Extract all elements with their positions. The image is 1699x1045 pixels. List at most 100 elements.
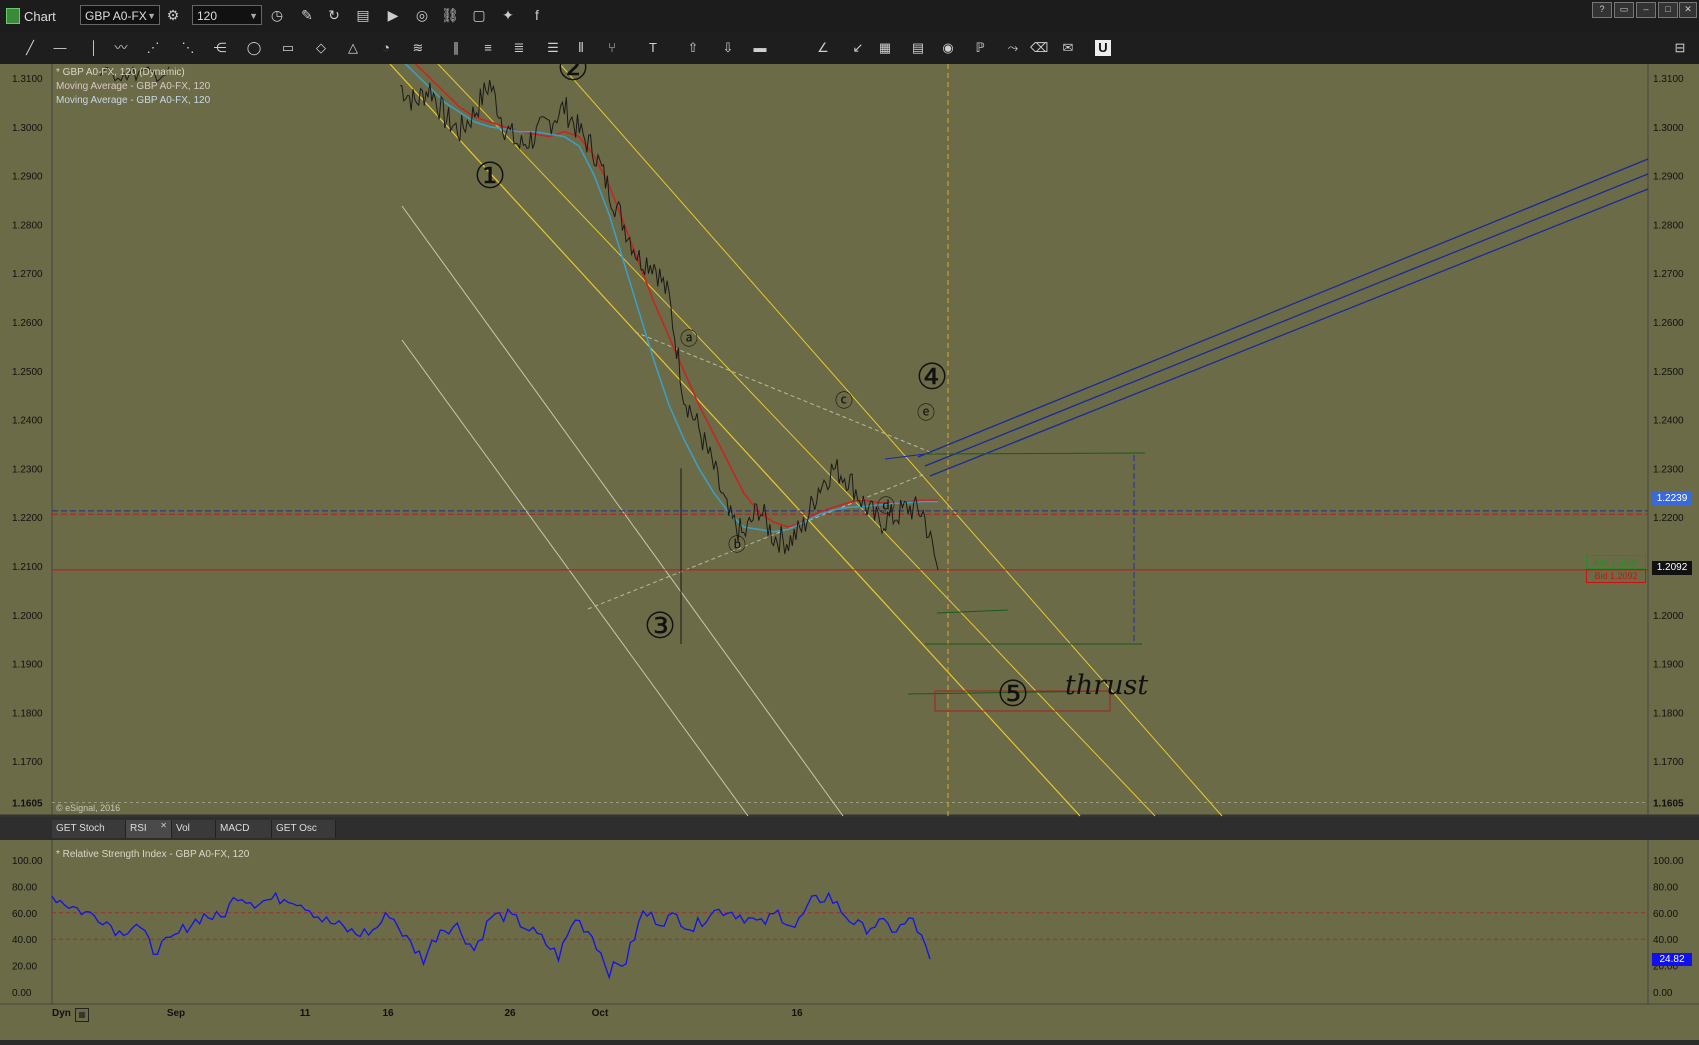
refresh-icon[interactable]: ↻ xyxy=(325,6,343,24)
rsi-tick-left: 20.00 xyxy=(12,962,37,973)
eraser-shape-icon[interactable]: ◇ xyxy=(313,40,329,56)
price-tick-right: 1.2000 xyxy=(1653,611,1684,622)
rsi-tick-left: 60.00 xyxy=(12,909,37,920)
window-title: Chart xyxy=(24,9,56,24)
ellipse-icon[interactable]: ◯ xyxy=(246,40,262,56)
tab-rsi[interactable]: RSI ✕ xyxy=(126,820,172,838)
ask-tag: Ask 1.2094 xyxy=(1586,555,1646,569)
tab-macd[interactable]: MACD xyxy=(216,820,272,838)
horizontal-line-icon[interactable]: — xyxy=(52,40,68,56)
price-tick-left: 1.2900 xyxy=(12,172,43,183)
quote-icon[interactable]: ▤ xyxy=(354,6,372,24)
comment-icon[interactable]: ✉ xyxy=(1060,40,1076,56)
title-bar: Chart GBP A0-FX ▼ ⚙ 120 ▼ ◷ ✎ ↻ ▤ ▶ ◎ ⛓ ▢ … xyxy=(0,0,1699,33)
search-icon[interactable]: ◎ xyxy=(413,6,431,24)
x-axis-corner-label: Dyn xyxy=(52,1008,71,1019)
price-tick-right: 1.1700 xyxy=(1653,757,1684,768)
bid-price-tag: 1.2092 xyxy=(1652,561,1692,575)
rectangle-icon[interactable]: ▭ xyxy=(280,40,296,56)
bars-icon[interactable]: ▬ xyxy=(752,40,768,56)
legend-ma-2: Moving Average - GBP A0-FX, 120 xyxy=(56,95,211,106)
clock-icon[interactable]: ◷ xyxy=(268,6,286,24)
magnet-icon[interactable]: U xyxy=(1095,40,1111,56)
minimize-button[interactable]: – xyxy=(1636,2,1656,18)
rsi-tick-right: 40.00 xyxy=(1653,935,1678,946)
chart-app-icon xyxy=(6,8,20,24)
parallel-lines-icon[interactable]: ∥ xyxy=(448,40,464,56)
tab-get-osc[interactable]: GET Osc xyxy=(272,820,336,838)
chat-icon[interactable]: ▢ xyxy=(470,6,488,24)
help-button[interactable]: ? xyxy=(1592,2,1612,18)
fib-arcs-icon[interactable]: ◔ xyxy=(378,40,394,56)
toolbar-menu-icon[interactable]: ⊟ xyxy=(1672,40,1688,56)
close-button[interactable]: ✕ xyxy=(1679,2,1697,18)
down-arrow-icon[interactable]: ⇩ xyxy=(720,40,736,56)
circle-tool-icon[interactable]: ◉ xyxy=(940,40,956,56)
line-tool-icon[interactable]: ╱ xyxy=(22,40,38,56)
x-axis-tick: 16 xyxy=(382,1008,394,1019)
rsi-tick-right: 0.00 xyxy=(1653,988,1673,999)
facebook-icon[interactable]: f xyxy=(528,6,546,24)
vertical-line-icon[interactable]: │ xyxy=(86,40,102,56)
chevron-down-icon[interactable]: ▼ xyxy=(249,6,258,26)
price-tick-left: 1.2700 xyxy=(12,269,43,280)
pti-icon[interactable]: ℙ xyxy=(972,40,988,56)
speed-lines-icon[interactable]: ⋲ xyxy=(212,40,228,56)
trend-projection-icon[interactable]: ⤳ xyxy=(1005,40,1021,56)
grid-icon[interactable]: ▦ xyxy=(877,40,893,56)
close-tab-icon[interactable]: ✕ xyxy=(160,817,167,835)
price-tick-right: 1.3000 xyxy=(1653,123,1684,134)
price-tick-left: 1.2100 xyxy=(12,562,43,573)
restore-button[interactable]: ▭ xyxy=(1614,2,1634,18)
rsi-tick-right: 60.00 xyxy=(1653,909,1678,920)
drawing-toolbar: ╱ — │ 〰 ⋰ ⋱ ⋲ ◯ ▭ ◇ △ ◔ ≋ ∥ ≡ ≣ ☰ ⫴ ⑂ T ⇧ ⇩ ▬ ∠ ↙ ▦ ▤ ◉ ℙ ⤳ ⌫ ✉ U ⊟ xyxy=(0,32,1699,65)
triangle-icon[interactable]: △ xyxy=(345,40,361,56)
price-tick-right: 1.2200 xyxy=(1653,513,1684,524)
play-icon[interactable]: ▶ xyxy=(384,6,402,24)
price-tick-right: 1.3100 xyxy=(1653,74,1684,85)
rsi-tick-right: 80.00 xyxy=(1653,882,1678,893)
elliott-wave-icon[interactable]: ≋ xyxy=(410,40,426,56)
chart-legend: * GBP A0-FX, 120 (Dynamic) Moving Averag… xyxy=(56,66,210,108)
tab-vol[interactable]: Vol xyxy=(172,820,216,838)
freehand-icon[interactable]: 〰 xyxy=(113,40,129,56)
fib-time-icon[interactable]: ⫴ xyxy=(573,40,589,56)
maximize-button[interactable]: □ xyxy=(1658,2,1678,18)
wave-1-label: ① xyxy=(474,155,506,196)
price-tick-left: 1.1800 xyxy=(12,708,43,719)
x-axis-settings-icon[interactable]: ▦ xyxy=(75,1008,89,1022)
price-tick-right: 1.2400 xyxy=(1653,416,1684,427)
chevron-down-icon[interactable]: ▼ xyxy=(147,6,156,26)
wave-5-label: ⑤ xyxy=(997,673,1029,714)
symbol-value: GBP A0-FX xyxy=(85,9,147,23)
price-tick-right-low: 1.1605 xyxy=(1653,799,1684,810)
eraser-icon[interactable]: ⌫ xyxy=(1030,40,1048,56)
ray-icon[interactable]: ↙ xyxy=(850,40,866,56)
fib-retracement-icon[interactable]: ≣ xyxy=(511,40,527,56)
tab-get-stoch[interactable]: GET Stoch xyxy=(52,820,126,838)
settings-icon[interactable]: ⚙ xyxy=(164,6,182,24)
twitter-icon[interactable]: ✦ xyxy=(499,6,517,24)
wave-3-label: ③ xyxy=(644,605,676,646)
link-icon[interactable]: ⛓ xyxy=(441,6,459,24)
gann-fan-icon[interactable]: ⋱ xyxy=(180,40,196,56)
angle-icon[interactable]: ∠ xyxy=(815,40,831,56)
text-tool-icon[interactable]: T xyxy=(645,40,661,56)
mob-icon[interactable]: ▤ xyxy=(910,40,926,56)
price-plot-area[interactable] xyxy=(52,64,1648,816)
legend-price: * GBP A0-FX, 120 (Dynamic) xyxy=(56,67,185,78)
price-tick-right: 1.2700 xyxy=(1653,269,1684,280)
interval-value: 120 xyxy=(197,9,218,23)
andrews-fork-icon[interactable]: ⑂ xyxy=(604,40,620,56)
price-tick-left: 1.2500 xyxy=(12,367,43,378)
interval-input[interactable]: 120 ▼ xyxy=(192,5,262,25)
fib-fan-icon[interactable]: ⋰ xyxy=(145,40,161,56)
cycle-icon[interactable]: ≡ xyxy=(480,40,496,56)
price-tick-right: 1.2900 xyxy=(1653,172,1684,183)
rsi-tick-right: 100.00 xyxy=(1653,856,1684,867)
x-axis-tick: Oct xyxy=(592,1008,609,1019)
pencil-icon[interactable]: ✎ xyxy=(298,6,316,24)
symbol-input[interactable]: GBP A0-FX ▼ xyxy=(80,5,160,25)
fib-extension-icon[interactable]: ☰ xyxy=(545,40,561,56)
up-arrow-icon[interactable]: ⇧ xyxy=(685,40,701,56)
